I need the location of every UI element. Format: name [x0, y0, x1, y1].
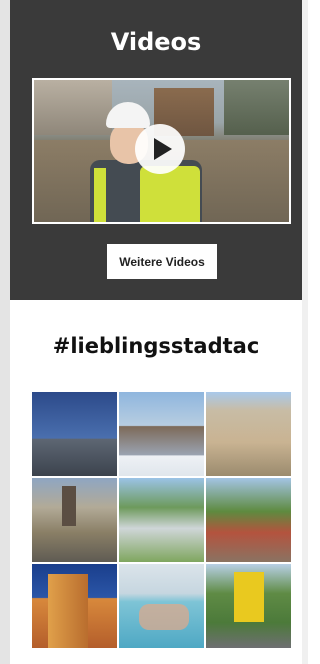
outdoor-cafe-photo[interactable]: [206, 478, 291, 562]
play-icon: [153, 138, 172, 160]
children-in-fountain-photo[interactable]: [119, 564, 204, 648]
more-videos-button[interactable]: Weitere Videos: [107, 244, 217, 279]
social-photo-grid: [32, 392, 292, 652]
video-thumbnail[interactable]: [32, 78, 291, 224]
historic-townhouses-photo[interactable]: [206, 392, 291, 476]
play-button[interactable]: [135, 124, 185, 174]
city-gate-tower: [62, 486, 76, 526]
cathedral-christmas-market-photo[interactable]: [119, 392, 204, 476]
hashtag-heading: #lieblingsstadtac: [52, 334, 260, 358]
videos-heading: Videos: [110, 28, 202, 56]
modern-building-photo[interactable]: [32, 392, 117, 476]
videos-section: Videos Weitere Videos: [10, 0, 302, 300]
person-safety-vest: [140, 166, 200, 222]
person-helmet: [106, 102, 150, 128]
person-safety-vest-left: [94, 168, 106, 222]
lit-building: [48, 574, 88, 648]
children-group: [139, 604, 189, 630]
park-yellow-sign-photo[interactable]: [206, 564, 291, 648]
thumbnail-trees: [224, 80, 289, 135]
page-right-margin: [302, 0, 308, 664]
yellow-sign: [234, 572, 264, 622]
page-left-margin: [0, 0, 10, 664]
city-gate-autumn-photo[interactable]: [32, 478, 117, 562]
park-fountain-photo[interactable]: [119, 478, 204, 562]
orange-lit-building-photo[interactable]: [32, 564, 117, 648]
